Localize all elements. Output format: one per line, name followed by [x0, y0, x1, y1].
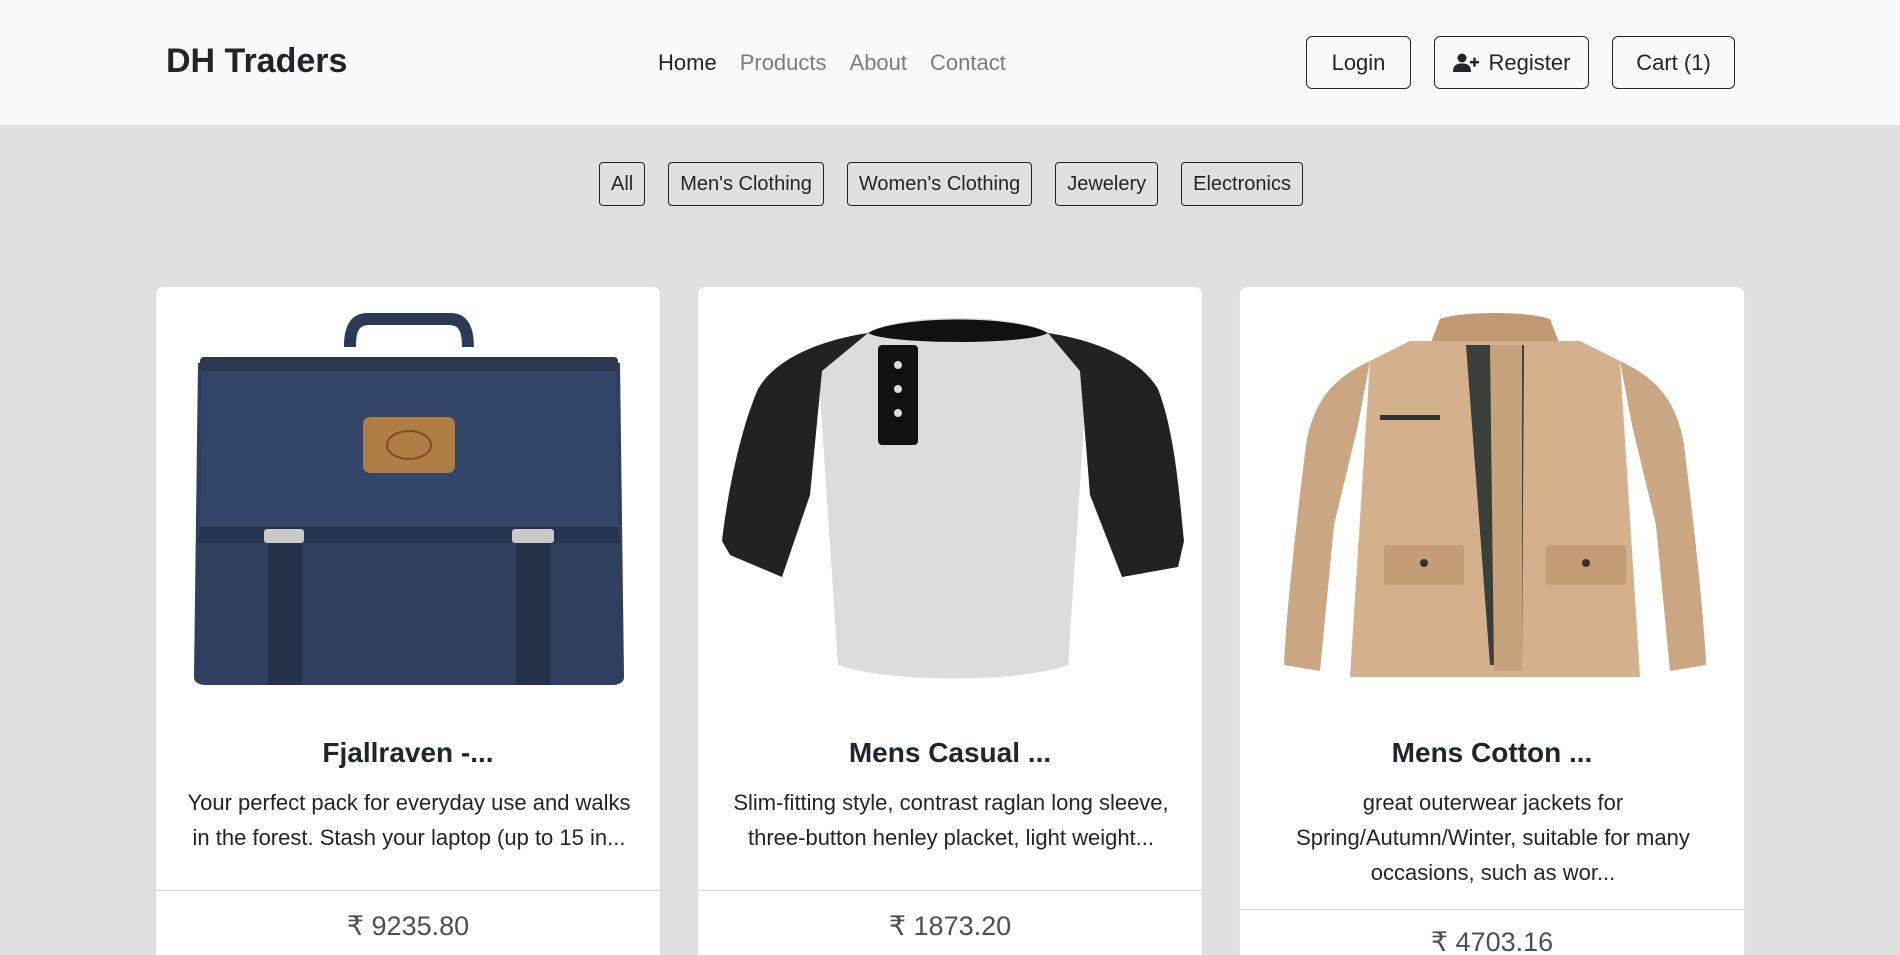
- card-divider: [698, 890, 1202, 891]
- product-description: Slim-fitting style, contrast raglan long…: [733, 790, 1169, 850]
- product-title[interactable]: Mens Cotton ...: [1240, 737, 1744, 769]
- product-price: ₹ 1873.20: [888, 911, 1012, 941]
- product-price: ₹ 9235.80: [346, 911, 470, 941]
- nav-actions: Login Register Cart (1): [1306, 36, 1735, 89]
- product-card[interactable]: Mens Cotton ... great outerwear jackets …: [1239, 286, 1745, 955]
- product-grid: Fjallraven -... Your perfect pack for ev…: [155, 286, 1745, 955]
- product-title[interactable]: Fjallraven -...: [156, 737, 660, 769]
- product-description: great outerwear jackets for Spring/Autum…: [1296, 790, 1690, 885]
- brand-logo[interactable]: DH Traders: [166, 42, 347, 81]
- filter-womens-clothing-button[interactable]: Women's Clothing: [846, 162, 1033, 206]
- raglan-tshirt-image: [718, 305, 1184, 685]
- nav-links: Home Products About Contact: [658, 50, 1006, 76]
- login-label: Login: [1331, 49, 1386, 75]
- card-divider: [156, 890, 660, 891]
- filter-all-button[interactable]: All: [599, 162, 646, 206]
- user-plus-icon: [1452, 53, 1479, 73]
- login-button[interactable]: Login: [1306, 36, 1411, 89]
- filter-jewelery-button[interactable]: Jewelery: [1055, 162, 1159, 206]
- jacket-image: [1260, 305, 1726, 685]
- product-title[interactable]: Mens Casual ...: [698, 737, 1202, 769]
- filter-mens-clothing-button[interactable]: Men's Clothing: [668, 162, 824, 206]
- product-price: ₹ 4703.16: [1430, 927, 1554, 955]
- nav-link-home[interactable]: Home: [658, 50, 717, 76]
- register-button[interactable]: Register: [1434, 36, 1589, 89]
- card-divider: [1240, 909, 1744, 910]
- register-label: Register: [1488, 49, 1571, 75]
- filter-electronics-button[interactable]: Electronics: [1181, 162, 1303, 206]
- navbar: DH Traders Home Products About Contact L…: [0, 0, 1900, 125]
- category-filters: All Men's Clothing Women's Clothing Jewe…: [599, 162, 1303, 206]
- nav-link-contact[interactable]: Contact: [930, 50, 1006, 76]
- product-card[interactable]: Mens Casual ... Slim-fitting style, cont…: [697, 286, 1203, 955]
- product-card[interactable]: Fjallraven -... Your perfect pack for ev…: [155, 286, 661, 955]
- nav-link-about[interactable]: About: [850, 50, 908, 76]
- backpack-image: [176, 305, 642, 685]
- nav-link-products[interactable]: Products: [740, 50, 827, 76]
- cart-label: Cart (1): [1636, 49, 1711, 75]
- cart-button[interactable]: Cart (1): [1612, 36, 1735, 89]
- product-description: Your perfect pack for everyday use and w…: [187, 790, 631, 850]
